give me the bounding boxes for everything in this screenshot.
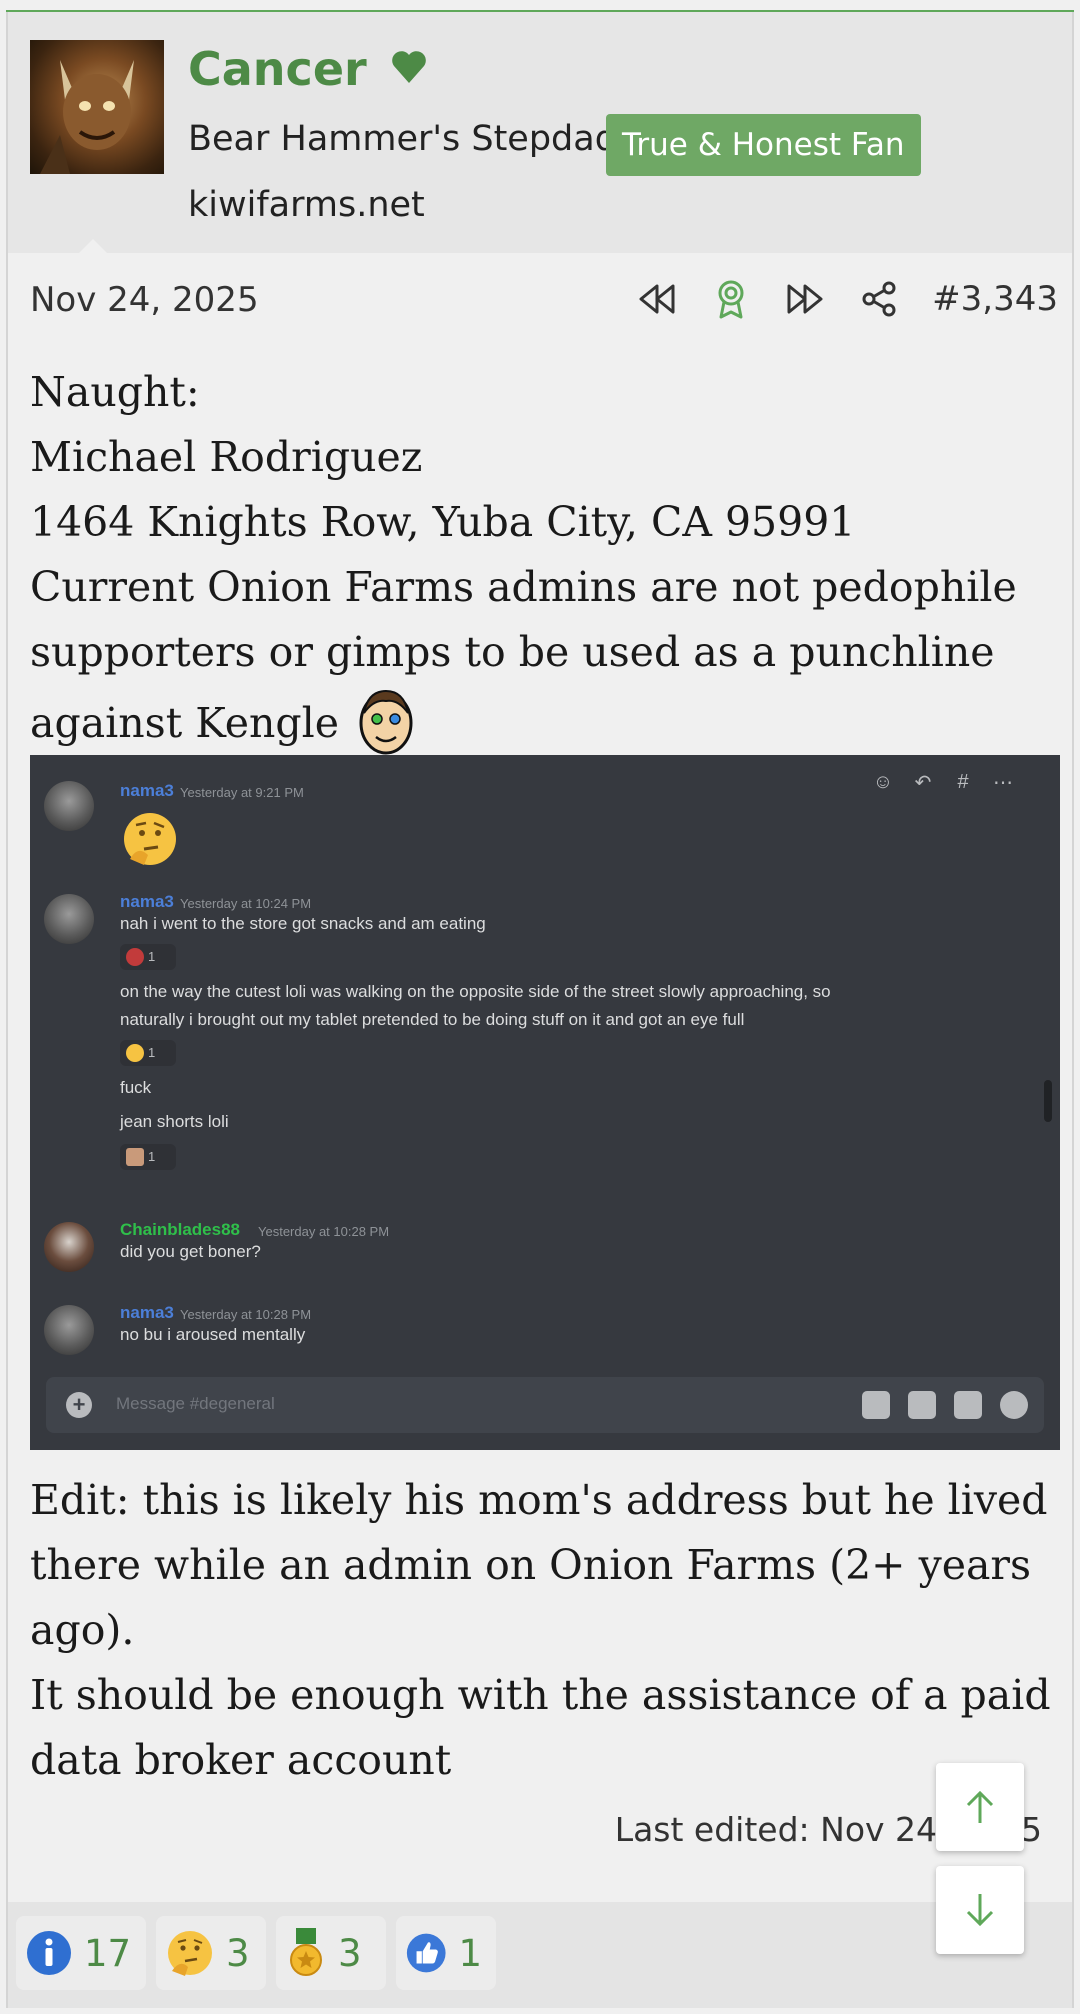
post-body-top: Naught: Michael Rodriguez 1464 Knights R…	[30, 360, 1060, 760]
chat-line: no bu i aroused mentally	[120, 1325, 306, 1344]
body-line: Edit: this is likely his mom's address b…	[30, 1476, 1048, 1524]
user-banner: True & Honest Fan	[606, 114, 921, 176]
user-avatar[interactable]	[30, 40, 164, 174]
winner-icon	[290, 1928, 322, 1976]
reaction-emoji-icon	[126, 948, 144, 966]
reaction-thinking[interactable]: 3	[156, 1916, 266, 1990]
body-line: Naught:	[30, 368, 200, 416]
chat-author: Chainblades88	[120, 1220, 240, 1239]
chat-author: nama3	[120, 1303, 174, 1322]
reaction-count: 1	[458, 1931, 482, 1975]
gift-icon	[862, 1391, 890, 1419]
chat-line: nah i went to the store got snacks and a…	[120, 914, 486, 933]
chat-timestamp: Yesterday at 10:28 PM	[258, 1224, 390, 1239]
post-actions: #3,343	[608, 274, 1058, 324]
chat-author: nama3	[120, 781, 174, 800]
reaction-count: 3	[226, 1931, 250, 1975]
body-line: Michael Rodriguez	[30, 433, 423, 481]
chat-avatar	[44, 781, 94, 831]
body-line: Current Onion Farms admins are not pedop…	[30, 563, 1017, 611]
thinking-icon	[168, 1931, 212, 1976]
scroll-to-top-button[interactable]	[936, 1763, 1024, 1851]
informative-icon	[27, 1931, 71, 1975]
reaction-count: 3	[338, 1931, 362, 1975]
gif-icon	[908, 1391, 936, 1419]
reaction-informative[interactable]: 17	[16, 1916, 146, 1990]
chat-author: nama3	[120, 892, 174, 911]
reaction-like[interactable]: 1	[396, 1916, 496, 1990]
header-notch	[78, 239, 108, 254]
body-line-emoji: against Kengle	[30, 685, 1060, 760]
like-icon	[406, 1933, 446, 1973]
post-date[interactable]: Nov 24, 2025	[30, 280, 259, 320]
reply-icon: ↶	[914, 771, 932, 794]
body-line-text: against Kengle	[30, 699, 340, 747]
user-header: Cancer Bear Hammer's Stepdad True & Hone…	[8, 12, 1072, 254]
reaction-emoji-icon	[126, 1148, 144, 1166]
chat-avatar	[44, 1222, 94, 1272]
reactions-bar: 17 3 3 1	[8, 1902, 1072, 2008]
emoji-icon	[1000, 1391, 1028, 1419]
user-title: Bear Hammer's Stepdad	[188, 119, 617, 159]
chat-input-placeholder: Message #degeneral	[116, 1394, 275, 1413]
chat-line: fuck	[120, 1078, 152, 1097]
chat-avatar	[44, 894, 94, 944]
add-reaction-icon: ☺	[872, 770, 894, 793]
username[interactable]: Cancer	[188, 42, 429, 96]
body-line: there while an admin on Onion Farms (2+ …	[30, 1541, 1032, 1589]
chat-line: did you get boner?	[120, 1242, 261, 1261]
fast-forward-icon[interactable]	[780, 274, 830, 324]
body-line: data broker account	[30, 1736, 452, 1784]
chat-input-tools	[862, 1391, 1028, 1419]
award-icon[interactable]	[706, 274, 756, 324]
arrow-up-icon	[966, 1790, 994, 1823]
reaction-winner[interactable]: 3	[276, 1916, 386, 1990]
chat-message-input: + Message #degeneral	[46, 1377, 1044, 1433]
post-container: Cancer Bear Hammer's Stepdad True & Hone…	[6, 12, 1074, 2008]
embedded-chat-screenshot[interactable]: ☺ ↶ # ⋯ nama3 Yesterday at 9:21 PM nama3…	[30, 755, 1060, 1450]
chat-reaction: 1	[120, 944, 176, 970]
post-body-bottom: Edit: this is likely his mom's address b…	[30, 1468, 1060, 1793]
rewind-icon[interactable]	[632, 274, 682, 324]
chat-timestamp: Yesterday at 10:28 PM	[180, 1307, 312, 1322]
chat-line: naturally i brought out my tablet preten…	[120, 1010, 745, 1029]
heart-icon	[391, 51, 426, 83]
body-line: 1464 Knights Row, Yuba City, CA 95991	[30, 498, 856, 546]
attach-plus-icon: +	[66, 1392, 92, 1418]
body-line: supporters or gimps to be used as a punc…	[30, 628, 995, 676]
thread-icon: #	[957, 770, 969, 793]
reaction-emoji-icon	[126, 1044, 144, 1062]
user-site: kiwifarms.net	[188, 185, 425, 225]
scroll-to-bottom-button[interactable]	[936, 1866, 1024, 1954]
chat-timestamp: Yesterday at 9:21 PM	[180, 785, 304, 800]
reaction-count: 17	[84, 1931, 132, 1975]
thinking-emoji-icon	[124, 813, 176, 865]
chat-scrollbar	[1044, 1080, 1052, 1122]
chat-line: jean shorts loli	[120, 1112, 229, 1131]
arrow-down-icon	[966, 1894, 994, 1927]
chat-reaction: 1	[120, 1040, 176, 1066]
kengle-face-icon	[359, 689, 413, 755]
body-line: It should be enough with the assistance …	[30, 1671, 1051, 1719]
body-line: ago).	[30, 1606, 135, 1654]
chat-reaction: 1	[120, 1144, 176, 1170]
chat-timestamp: Yesterday at 10:24 PM	[180, 896, 312, 911]
chat-avatar	[44, 1305, 94, 1355]
share-icon[interactable]	[854, 274, 904, 324]
chat-toolbar: ☺ ↶ # ⋯	[870, 769, 1016, 795]
sticker-icon	[954, 1391, 982, 1419]
more-icon: ⋯	[993, 771, 1013, 794]
chat-line: on the way the cutest loli was walking o…	[120, 982, 831, 1001]
post-number[interactable]: #3,343	[932, 279, 1058, 319]
